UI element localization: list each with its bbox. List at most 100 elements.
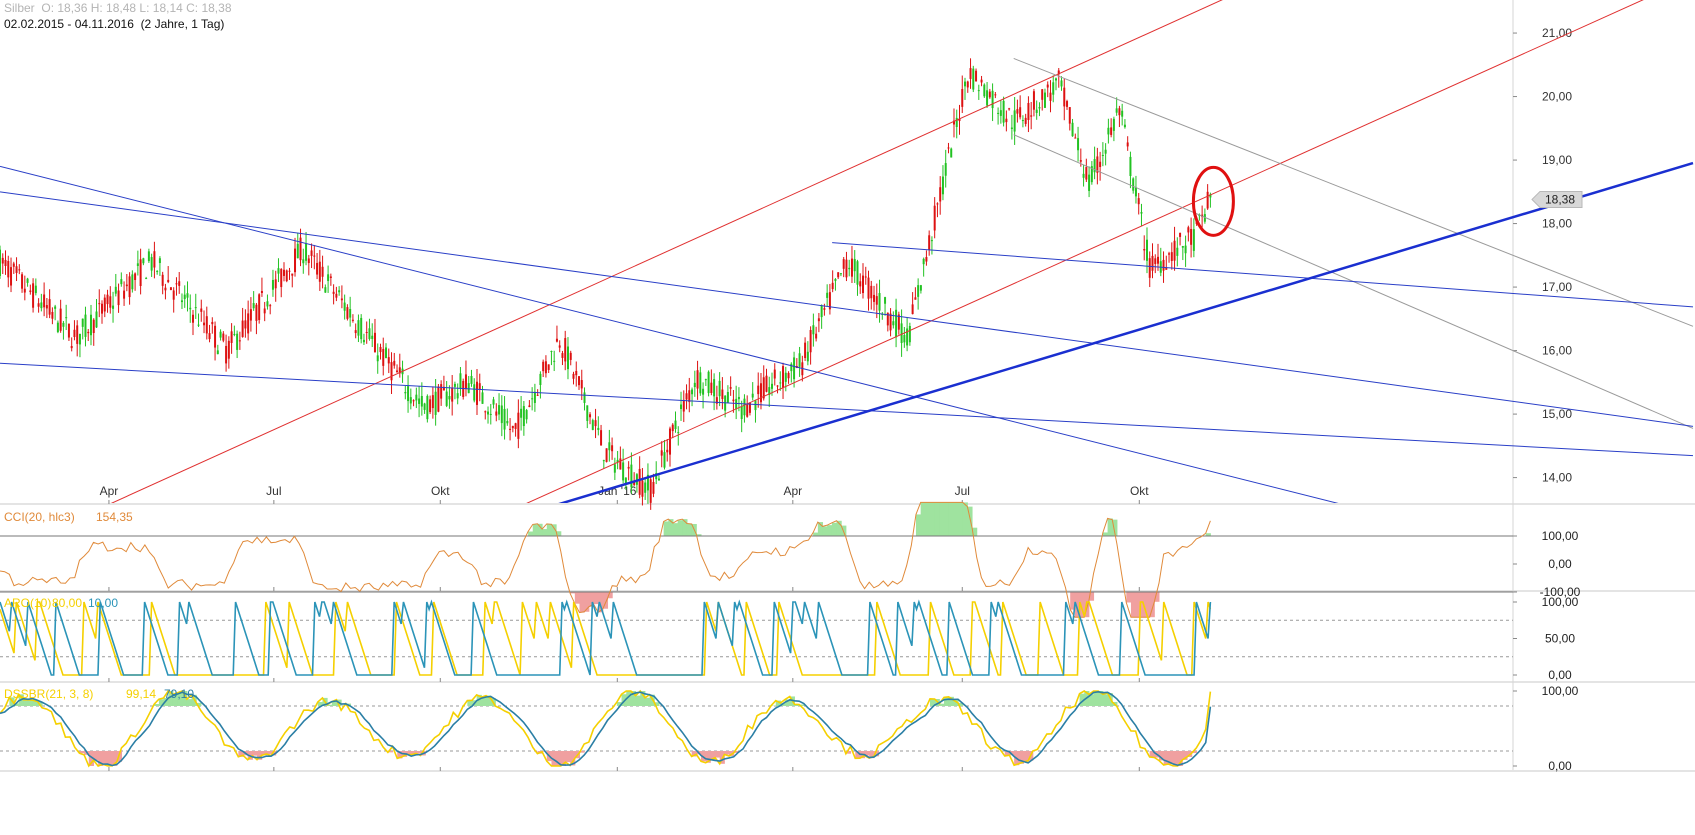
candle-body (142, 258, 145, 264)
candle-body (947, 147, 950, 149)
candle-body (329, 276, 332, 278)
candle-body (1099, 161, 1102, 168)
candle-body (531, 398, 534, 400)
candle-body (62, 322, 65, 327)
candle-body (112, 305, 115, 309)
aroon-down-value: 10,00 (88, 596, 118, 610)
candle-body (776, 385, 779, 387)
candle-body (175, 283, 178, 285)
candle-body (605, 448, 608, 462)
candle-body (699, 372, 702, 394)
candle-body (489, 413, 492, 415)
cci-fill-positive (677, 520, 683, 536)
candle-body (269, 305, 272, 307)
candle-body (316, 262, 319, 275)
aroon-up-value: 80,00 (52, 596, 82, 610)
candle-body (101, 303, 104, 314)
candle-body (564, 338, 567, 362)
candle-body (95, 311, 98, 328)
candle-body (1071, 122, 1074, 137)
candle-body (285, 270, 288, 282)
candle-body (236, 333, 239, 350)
candle-body (1140, 212, 1143, 214)
candle-body (765, 375, 768, 392)
candle-body (506, 420, 509, 424)
candle-body (619, 458, 622, 470)
candle-body (230, 331, 233, 343)
candle-body (961, 89, 964, 107)
candle-body (67, 323, 70, 338)
candle-body (448, 396, 451, 400)
candle-body (169, 287, 172, 291)
date-range-header: 02.02.2015 - 04.11.2016 (2 Jahre, 1 Tag) (4, 17, 224, 31)
candle-body (718, 380, 721, 397)
candle-body (84, 314, 87, 337)
candle-body (911, 304, 914, 315)
candle-body (1148, 258, 1151, 278)
candle-body (1008, 108, 1011, 110)
candle-body (680, 404, 683, 410)
candle-body (1154, 258, 1157, 264)
candle-body (1107, 127, 1110, 135)
candle-body (437, 386, 440, 412)
candle-body (688, 390, 691, 403)
candle-body (842, 259, 845, 269)
cci-value: 154,35 (96, 510, 133, 524)
candle-body (1082, 173, 1085, 178)
candle-body (895, 309, 898, 338)
candle-body (73, 329, 76, 337)
candle-body (613, 464, 616, 473)
candle-body (732, 399, 735, 402)
candle-body (1181, 246, 1184, 248)
candle-body (889, 313, 892, 331)
cci-fill-positive (827, 525, 833, 536)
candle-body (429, 399, 432, 413)
candle-body (32, 283, 35, 308)
candle-body (1110, 127, 1113, 135)
candle-body (18, 269, 21, 271)
candle-body (1118, 108, 1121, 116)
price-chart[interactable]: Apr Jul Okt Jan '16 Apr Jul Okt14,0015,0016,00… (0, 0, 1695, 835)
cci-fill-negative (1130, 592, 1137, 618)
candle-body (1043, 92, 1046, 108)
candle-body (566, 346, 569, 370)
candle-body (139, 259, 142, 287)
candle-body (1206, 191, 1209, 209)
candle-body (657, 478, 660, 481)
candle-body (746, 404, 749, 417)
x-tick-label: Okt (1130, 484, 1149, 498)
candle-body (1184, 245, 1187, 254)
candle-body (509, 428, 512, 430)
candle-body (991, 90, 994, 109)
candle-body (467, 383, 470, 394)
candle-body (721, 389, 724, 400)
candle-body (299, 237, 302, 261)
candle-body (277, 268, 280, 274)
candle-body (641, 480, 644, 497)
cci-fill-positive (528, 531, 534, 536)
candle-body (674, 420, 677, 430)
candle-body (578, 376, 581, 386)
candle-body (164, 287, 167, 291)
candle-body (1168, 253, 1171, 255)
candle-body (464, 374, 467, 389)
candle-body (966, 81, 969, 88)
candle-body (340, 298, 343, 301)
cci-fill-positive (831, 522, 838, 536)
candle-body (360, 317, 363, 340)
candle-body (225, 345, 228, 364)
candle-body (1121, 110, 1124, 117)
candle-body (1101, 154, 1104, 156)
cci-fill-positive (813, 532, 819, 536)
dss-fill-low (102, 751, 108, 765)
candle-body (988, 91, 991, 98)
dss-fill-low (715, 751, 721, 758)
candle-body (1134, 187, 1137, 197)
x-tick-label: Jul (955, 484, 970, 498)
candle-body (1145, 239, 1148, 261)
candle-body (1063, 87, 1066, 107)
candle-body (1179, 232, 1182, 237)
candle-body (106, 294, 109, 305)
cci-fill-positive (925, 502, 931, 536)
candle-body (192, 314, 195, 323)
